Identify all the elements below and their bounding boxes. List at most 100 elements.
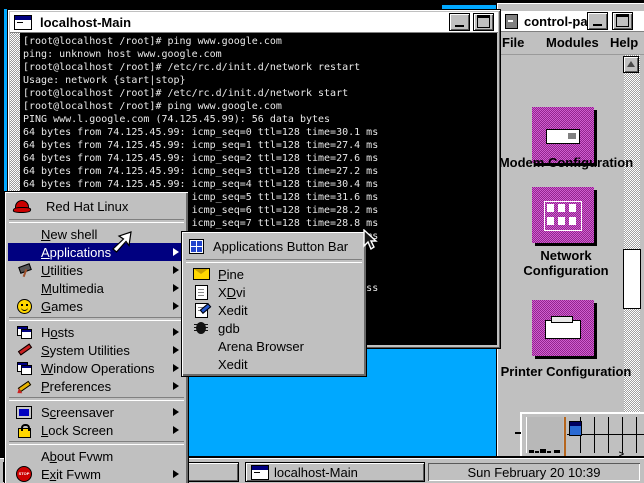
- control-panel-scrollbar[interactable]: [624, 55, 640, 455]
- terminal-line: PING www.l.google.com (74.125.45.99): 56…: [23, 113, 497, 126]
- terminal-line: ping: unknown host www.google.com: [23, 48, 497, 61]
- menu-item-hosts[interactable]: Hosts: [8, 323, 185, 341]
- menu-item-label: Window Operations: [41, 361, 154, 376]
- menu-item-multimedia[interactable]: Multimedia: [8, 279, 185, 297]
- submenu-item-xedit[interactable]: Xedit: [185, 355, 363, 373]
- menu-item-applications[interactable]: Applications: [8, 243, 185, 261]
- maximize-button[interactable]: [474, 14, 493, 30]
- menu-item-label: Arena Browser: [218, 339, 304, 354]
- start-menu-title: Red Hat Linux: [46, 199, 128, 214]
- taskbar-clock: Sun February 20 10:39: [428, 463, 640, 481]
- menu-item-games[interactable]: Games: [8, 297, 185, 315]
- applications-submenu: Applications Button Bar Pine XDvi Xedit gdb…: [182, 232, 366, 376]
- submenu-item-gdb[interactable]: gdb: [185, 319, 363, 337]
- window-menu-icon[interactable]: [505, 14, 518, 29]
- printer-configuration-icon[interactable]: [532, 300, 594, 356]
- menu-item-about-fvwm[interactable]: About Fvwm: [8, 447, 185, 465]
- terminal-line: 64 bytes from 74.125.45.99: icmp_seq=3 t…: [23, 165, 497, 178]
- submenu-arrow-icon: [173, 408, 179, 416]
- submenu-item-arena-browser[interactable]: Arena Browser: [185, 337, 363, 355]
- network-configuration-icon[interactable]: [532, 187, 594, 243]
- terminal-titlebar[interactable]: localhost-Main: [10, 12, 498, 33]
- submenu-item-xedit[interactable]: Xedit: [185, 301, 363, 319]
- menu-item-lock-screen[interactable]: Lock Screen: [8, 421, 185, 439]
- menu-item-preferences[interactable]: Preferences: [8, 377, 185, 395]
- control-panel-titlebar[interactable]: control-panel: [500, 11, 644, 32]
- wins-icon: [17, 362, 32, 374]
- pencil-icon: [17, 379, 31, 393]
- menu-item-label: XDvi: [218, 285, 245, 300]
- submenu-item-pine[interactable]: Pine: [185, 265, 363, 283]
- minimize-button[interactable]: [588, 13, 607, 29]
- start-menu-header: Red Hat Linux: [8, 195, 185, 217]
- tool-icon: [17, 343, 31, 357]
- menu-item-screensaver[interactable]: Screensaver: [8, 403, 185, 421]
- menu-item-label: Screensaver: [41, 405, 114, 420]
- menu-item-label: Pine: [218, 267, 244, 282]
- load-bar: [540, 449, 546, 453]
- menu-item-system-utilities[interactable]: System Utilities: [8, 341, 185, 359]
- menu-item-label: Applications: [41, 245, 111, 260]
- icon-label: Network Configuration: [516, 248, 616, 278]
- menu-separator: [9, 317, 184, 321]
- screen: control-panel File Modules Help Modem Co…: [0, 0, 644, 483]
- terminal-line: [root@localhost /root]# /etc/rc.d/init.d…: [23, 61, 497, 74]
- terminal-line: [root@localhost /root]# /etc/rc.d/init.d…: [23, 87, 497, 100]
- menu-item-label: Utilities: [41, 263, 83, 278]
- terminal-line: 64 bytes from 74.125.45.99: icmp_seq=1 t…: [23, 139, 497, 152]
- menu-item-label: Multimedia: [41, 281, 104, 296]
- modem-icon-art: [546, 129, 580, 144]
- menu-separator: [9, 441, 184, 445]
- menu-item-label: New shell: [41, 227, 97, 242]
- menu-item-exit-fvwm[interactable]: STOPExit Fvwm: [8, 465, 185, 483]
- lock-icon: [18, 428, 31, 438]
- menu-item-label: gdb: [218, 321, 240, 336]
- menu-item-utilities[interactable]: Utilities: [8, 261, 185, 279]
- scroll-up-button[interactable]: [624, 57, 638, 72]
- submenu-arrow-icon: [173, 470, 179, 478]
- menu-item-label: Hosts: [41, 325, 74, 340]
- terminal-line: 64 bytes from 74.125.45.99: icmp_seq=0 t…: [23, 126, 497, 139]
- menu-item-label: System Utilities: [41, 343, 130, 358]
- submenu-title: Applications Button Bar: [213, 239, 348, 254]
- menu-item-window-operations[interactable]: Window Operations: [8, 359, 185, 377]
- xload-graph: [526, 417, 563, 453]
- menu-item-label: About Fvwm: [41, 449, 113, 464]
- pager-divider: [564, 417, 566, 456]
- load-bar: [529, 450, 534, 453]
- scrollbar-thumb[interactable]: [624, 250, 640, 308]
- control-panel-menubar: File Modules Help: [500, 32, 644, 55]
- menu-item-label: Games: [41, 299, 83, 314]
- docpencil-icon: [195, 303, 208, 318]
- control-panel-body: Modem ConfigurationNetwork Configuration…: [500, 55, 644, 455]
- task-button-localhost-main[interactable]: localhost-Main: [246, 463, 424, 481]
- submenu-arrow-icon: [173, 248, 179, 256]
- desktop-pager-grid[interactable]: [567, 417, 644, 453]
- menu-item-label: Xedit: [218, 303, 248, 318]
- submenu-arrow-icon: [173, 364, 179, 372]
- mouse-cursor-ne: [110, 230, 134, 254]
- terminal-icon: [14, 15, 32, 30]
- submenu-header-applications-button-bar[interactable]: Applications Button Bar: [185, 235, 363, 257]
- menu-item-label: Lock Screen: [41, 423, 113, 438]
- minimize-button[interactable]: [450, 14, 469, 30]
- maximize-button[interactable]: [613, 13, 632, 29]
- smiley-icon: [17, 299, 32, 314]
- network-icon-art: [544, 201, 582, 231]
- menu-item-label: Preferences: [41, 379, 111, 394]
- menu-separator: [9, 219, 184, 223]
- pager-resize-arrow[interactable]: >: [619, 450, 624, 458]
- icon-label: Printer Configuration: [434, 364, 644, 379]
- load-bar: [535, 451, 539, 453]
- menu-separator: [9, 397, 184, 401]
- load-bar: [547, 451, 551, 453]
- menu-help[interactable]: Help: [610, 35, 638, 50]
- menu-item-new-shell[interactable]: New shell: [8, 225, 185, 243]
- submenu-item-xdvi[interactable]: XDvi: [185, 283, 363, 301]
- menu-file[interactable]: File: [502, 35, 524, 50]
- load-bar: [554, 450, 560, 453]
- screen-top-border: [0, 0, 442, 9]
- menu-modules[interactable]: Modules: [546, 35, 599, 50]
- menu-item-label: Xedit: [218, 357, 248, 372]
- pager-window-thumbnail[interactable]: [569, 421, 582, 436]
